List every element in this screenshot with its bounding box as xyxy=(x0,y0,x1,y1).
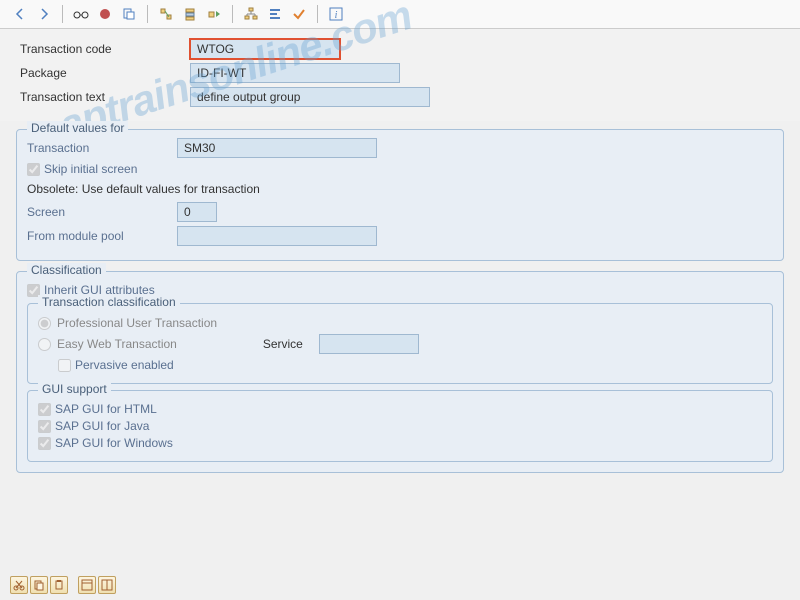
tree-icon[interactable] xyxy=(241,4,261,24)
package-label: Package xyxy=(20,66,190,80)
execute-icon[interactable] xyxy=(95,4,115,24)
classification-legend: Classification xyxy=(27,263,106,277)
gui-support-fieldset: GUI support SAP GUI for HTML SAP GUI for… xyxy=(27,390,773,462)
defaults-fieldset: Default values for Transaction Skip init… xyxy=(16,129,784,261)
service-input xyxy=(319,334,419,354)
toolbar-separator xyxy=(147,5,148,23)
gui-html-label: SAP GUI for HTML xyxy=(55,402,157,416)
professional-label: Professional User Transaction xyxy=(57,316,217,330)
glasses-icon[interactable] xyxy=(71,4,91,24)
defaults-legend: Default values for xyxy=(27,121,128,135)
bottom-toolbar xyxy=(10,576,116,594)
hierarchy-insert-icon[interactable] xyxy=(156,4,176,24)
module-pool-label: From module pool xyxy=(27,229,177,243)
pervasive-checkbox xyxy=(58,359,71,372)
transaction-label: Transaction xyxy=(27,141,177,155)
gui-windows-checkbox xyxy=(38,437,51,450)
copy-clipboard-icon[interactable] xyxy=(30,576,48,594)
gui-support-legend: GUI support xyxy=(38,382,111,396)
screen-label: Screen xyxy=(27,205,177,219)
main-toolbar: i xyxy=(0,0,800,29)
header-form: Transaction code Package Transaction tex… xyxy=(0,29,800,121)
trans-class-legend: Transaction classification xyxy=(38,295,180,309)
skip-initial-label: Skip initial screen xyxy=(44,162,137,176)
toolbar-separator xyxy=(232,5,233,23)
ttext-input xyxy=(190,87,430,107)
hierarchy-remove-icon[interactable] xyxy=(204,4,224,24)
check-icon[interactable] xyxy=(289,4,309,24)
ttext-label: Transaction text xyxy=(20,90,190,104)
gui-windows-label: SAP GUI for Windows xyxy=(55,436,173,450)
layout1-icon[interactable] xyxy=(78,576,96,594)
module-pool-input xyxy=(177,226,377,246)
hierarchy-stack-icon[interactable] xyxy=(180,4,200,24)
professional-radio xyxy=(38,317,51,330)
screen-input xyxy=(177,202,217,222)
copy-icon[interactable] xyxy=(119,4,139,24)
align-icon[interactable] xyxy=(265,4,285,24)
svg-text:i: i xyxy=(335,10,338,21)
easyweb-label: Easy Web Transaction xyxy=(57,337,177,351)
gui-html-checkbox xyxy=(38,403,51,416)
gui-java-checkbox xyxy=(38,420,51,433)
tcode-input[interactable] xyxy=(190,39,340,59)
paste-icon[interactable] xyxy=(50,576,68,594)
gui-java-label: SAP GUI for Java xyxy=(55,419,149,433)
forward-icon[interactable] xyxy=(34,4,54,24)
layout2-icon[interactable] xyxy=(98,576,116,594)
easyweb-radio xyxy=(38,338,51,351)
info-icon[interactable]: i xyxy=(326,4,346,24)
classification-fieldset: Classification Inherit GUI attributes Tr… xyxy=(16,271,784,473)
toolbar-separator xyxy=(62,5,63,23)
obsolete-text: Obsolete: Use default values for transac… xyxy=(27,182,773,196)
cut-icon[interactable] xyxy=(10,576,28,594)
trans-class-fieldset: Transaction classification Professional … xyxy=(27,303,773,384)
service-label: Service xyxy=(263,337,303,351)
transaction-input xyxy=(177,138,377,158)
pervasive-label: Pervasive enabled xyxy=(75,358,174,372)
tcode-label: Transaction code xyxy=(20,42,190,56)
toolbar-separator xyxy=(317,5,318,23)
package-input xyxy=(190,63,400,83)
skip-initial-checkbox xyxy=(27,163,40,176)
back-icon[interactable] xyxy=(10,4,30,24)
